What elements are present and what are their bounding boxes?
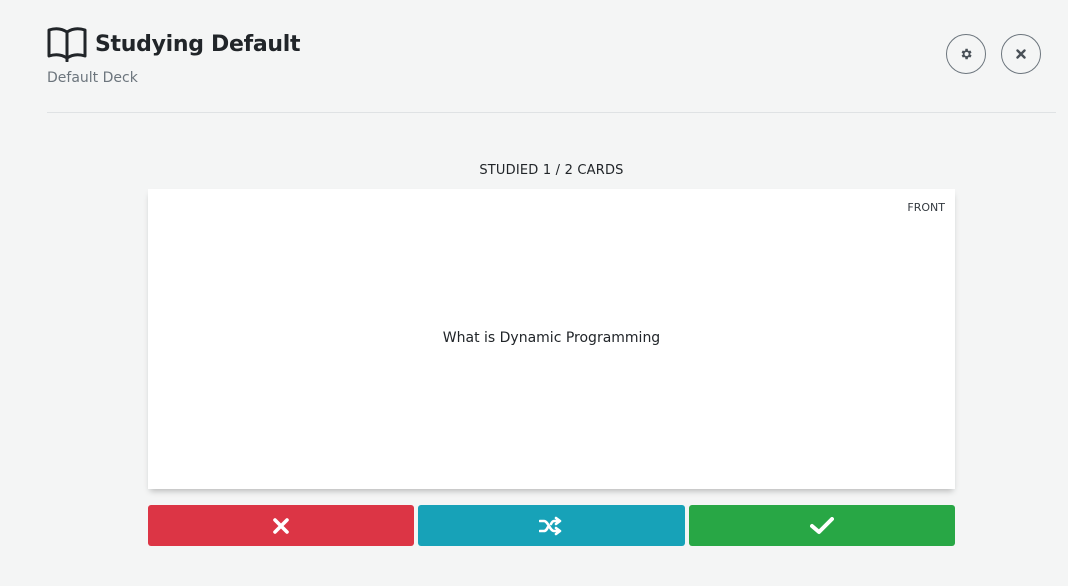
study-actions (148, 505, 955, 546)
deck-name: Default Deck (47, 70, 138, 86)
flashcard[interactable]: FRONT What is Dynamic Programming (148, 189, 955, 489)
check-icon (809, 516, 834, 535)
book-open-icon (47, 26, 87, 62)
close-button[interactable] (1001, 34, 1041, 74)
study-progress: STUDIED 1 / 2 CARDS (479, 163, 624, 178)
settings-button[interactable] (946, 34, 986, 74)
shuffle-icon (539, 516, 563, 536)
page-title: Studying Default (95, 31, 301, 57)
gear-icon (959, 47, 973, 61)
times-icon (272, 517, 290, 535)
card-side-label: FRONT (907, 201, 945, 214)
mark-correct-button[interactable] (688, 505, 955, 546)
page-header: Studying Default Default Deck (47, 24, 1056, 113)
close-icon (1015, 48, 1027, 60)
title-row: Studying Default (47, 24, 1056, 64)
card-content: What is Dynamic Programming (442, 330, 661, 346)
mark-wrong-button[interactable] (148, 505, 415, 546)
shuffle-button[interactable] (418, 505, 685, 546)
study-page: Studying Default Default Deck STUDIED 1 … (0, 0, 1068, 586)
